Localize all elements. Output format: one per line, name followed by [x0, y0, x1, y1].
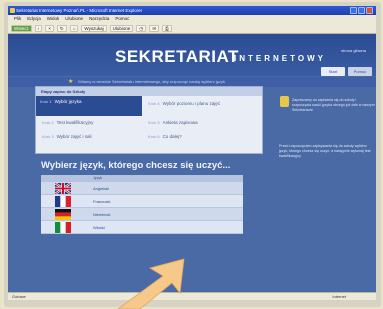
menu-tools[interactable]: Narzędzia [89, 15, 109, 23]
stop-icon[interactable]: × [45, 24, 54, 32]
menu-favorites[interactable]: Ulubione [65, 15, 83, 23]
germany-flag-icon [55, 209, 71, 220]
home-link[interactable]: strona główna [341, 48, 366, 53]
menu-help[interactable]: Pomoc [115, 15, 129, 23]
site-logo[interactable]: SEKRETARIAT [115, 47, 239, 67]
france-flag-icon [55, 196, 71, 207]
favorites-button[interactable]: Ulubione [109, 24, 134, 32]
security-zone: Internet [332, 294, 346, 299]
forward-icon[interactable]: › [34, 24, 43, 32]
step-2[interactable]: Krok 2 Test kwalifikacyjny [42, 120, 93, 125]
sidebar-intro: Zapraszamy do zapisania się do szkoły i … [292, 98, 375, 113]
step-5[interactable]: Krok 5 Ankieta zapisowa [148, 120, 198, 125]
minimize-icon[interactable] [350, 7, 357, 14]
monitor-frame: Sekretariat Internetowy Poznań.PL - Micr… [4, 2, 381, 307]
window-titlebar: Sekretariat Internetowy Poznań.PL - Micr… [8, 6, 376, 15]
print-icon[interactable]: ⎙ [162, 24, 172, 32]
step-1[interactable]: Krok 1 Wybór języka [36, 96, 142, 116]
steps-header: Etapy zapisu do Szkoły [36, 87, 262, 96]
italy-flag-icon [55, 222, 71, 233]
step-4[interactable]: Krok 4 Wybór poziomu i planu zajęć [148, 101, 258, 106]
tab-start[interactable]: Start [321, 67, 345, 76]
history-icon[interactable]: ◷ [136, 24, 147, 32]
language-row-german[interactable]: Niemiecki [41, 208, 243, 221]
language-name[interactable]: Francuski [93, 195, 110, 208]
table-header: Język [41, 175, 243, 182]
menu-file[interactable]: Plik [14, 15, 21, 23]
status-bar: Gotowe Internet [8, 292, 376, 300]
step-6[interactable]: Krok 6 Co dalej? [148, 134, 182, 139]
menu-edit[interactable]: Edycja [27, 15, 41, 23]
maximize-icon[interactable] [358, 7, 365, 14]
status-text: Gotowe [12, 294, 26, 299]
language-row-french[interactable]: Francuski [41, 195, 243, 208]
notice-text: Witamy w serwisie Sekretariatu Interneto… [78, 79, 225, 84]
steps-panel: Etapy zapisu do Szkoły Krok 1 Wybór język… [35, 86, 263, 154]
ie-icon [10, 8, 15, 13]
language-row-italian[interactable]: Włoski [41, 221, 243, 234]
window-title: Sekretariat Internetowy Poznań.PL - Micr… [16, 8, 143, 13]
browser-toolbar: Wstecz › × ↻ ⌂ Wyszukaj Ulubione ◷ ✉ ⎙ [8, 23, 376, 34]
site-logo-subtitle: INTERNETOWY [234, 54, 326, 63]
language-rows: Angielski Francuski Niemiecki Włoski [41, 182, 243, 234]
refresh-icon[interactable]: ↻ [56, 24, 67, 32]
language-name[interactable]: Niemiecki [93, 208, 110, 221]
search-button[interactable]: Wyszukaj [81, 24, 107, 32]
home-icon[interactable]: ⌂ [69, 24, 79, 32]
browser-window: Sekretariat Internetowy Poznań.PL - Micr… [8, 6, 376, 300]
language-table: Język Angielski Francuski Niemiecki Włos… [41, 175, 243, 234]
tab-help[interactable]: Pomoc [348, 67, 372, 76]
language-name[interactable]: Włoski [93, 221, 105, 234]
star-icon: ★ [68, 79, 74, 85]
language-row-english[interactable]: Angielski [41, 182, 243, 195]
site-banner: SEKRETARIAT INTERNETOWY strona główna St… [8, 34, 376, 76]
uk-flag-icon [55, 183, 71, 194]
page-title: Wybierz język, którego chcesz się uczyć.… [41, 160, 231, 171]
close-icon[interactable] [366, 7, 373, 14]
sidebar-instructions: Przed rozpoczęciem zapisywania się do sz… [279, 144, 371, 159]
language-name[interactable]: Angielski [93, 182, 109, 195]
web-page: SEKRETARIAT INTERNETOWY strona główna St… [8, 34, 376, 292]
menu-bar: Plik Edycja Widok Ulubione Narzędzia Pom… [8, 15, 376, 23]
menu-view[interactable]: Widok [47, 15, 60, 23]
back-button[interactable]: Wstecz [11, 24, 32, 32]
mail-icon[interactable]: ✉ [149, 24, 160, 32]
step-3[interactable]: Krok 3 Wybór zajęć i sali [42, 134, 142, 139]
